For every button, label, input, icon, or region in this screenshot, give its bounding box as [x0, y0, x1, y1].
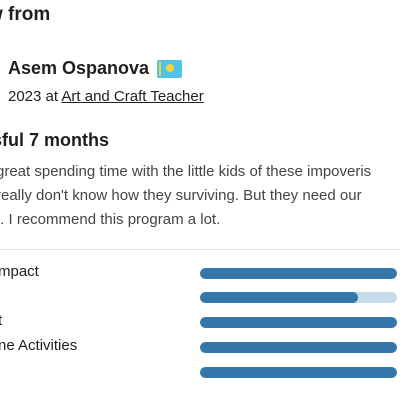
program-link[interactable]: Art and Craft Teacher	[61, 88, 203, 105]
review-title: sful 7 months	[0, 130, 110, 150]
divider	[0, 249, 400, 250]
rating-bar-fill	[200, 342, 397, 353]
flag-sun	[166, 63, 175, 72]
rating-row: mpact	[0, 263, 400, 285]
review-line: great spending time with the little kids…	[0, 163, 372, 180]
reviewer-name-row: Asem Ospanova	[8, 58, 204, 79]
review-line: t. I recommend this program a lot.	[0, 211, 221, 228]
rating-bar-fill	[200, 367, 397, 378]
rating-bar-fill	[200, 268, 397, 279]
review-body: great spending time with the little kids…	[0, 160, 400, 232]
rating-row	[0, 287, 400, 309]
rating-label: ne Activities	[0, 337, 78, 354]
rating-bar	[200, 292, 397, 303]
section-heading: w from	[0, 4, 51, 25]
review-year: 2023 at	[8, 88, 62, 105]
rating-label: t	[0, 312, 3, 329]
flag-ornament	[159, 61, 162, 76]
rating-bar	[200, 367, 397, 378]
rating-bar	[200, 268, 397, 279]
reviewer-block: Asem Ospanova 2023 at Art and Craft Teac…	[8, 58, 204, 105]
rating-row: ne Activities	[0, 337, 400, 359]
reviewer-name: Asem Ospanova	[8, 58, 150, 78]
review-card: w from Asem Ospanova 2023 at Art and Cra…	[0, 0, 400, 400]
rating-bar-fill	[200, 292, 358, 303]
reviewer-subtitle: 2023 at Art and Craft Teacher	[8, 88, 204, 105]
rating-label: mpact	[0, 263, 39, 280]
rating-row: t	[0, 312, 400, 334]
rating-bar	[200, 342, 397, 353]
review-line: really don't know how they surviving. Bu…	[0, 187, 362, 204]
rating-row	[0, 362, 400, 384]
kazakhstan-flag-icon	[157, 59, 183, 78]
rating-bar	[200, 317, 397, 328]
rating-bar-fill	[200, 317, 397, 328]
